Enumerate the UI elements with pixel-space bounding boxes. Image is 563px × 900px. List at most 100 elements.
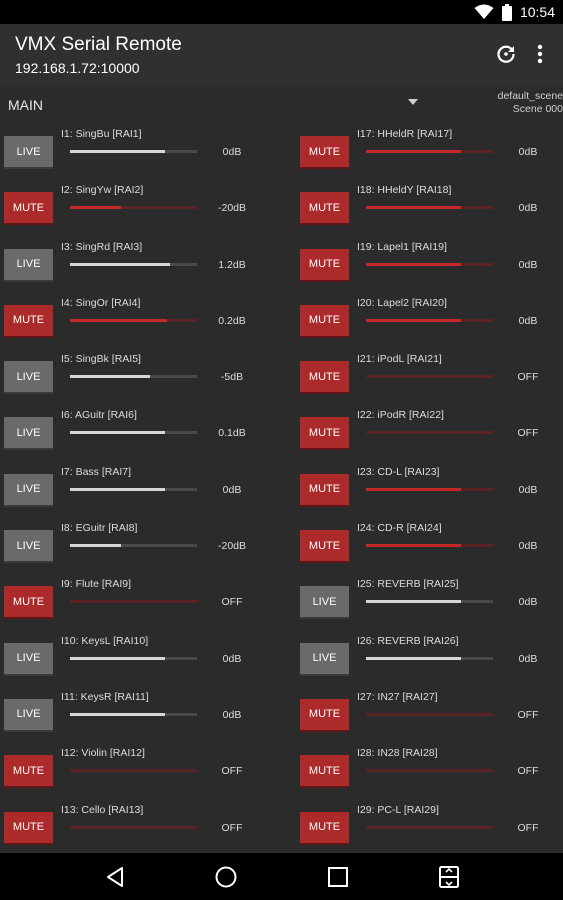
channel-fader[interactable] xyxy=(366,206,493,210)
live-button[interactable]: LIVE xyxy=(300,586,349,620)
level-readout: 0dB xyxy=(518,258,538,271)
level-readout: -20dB xyxy=(217,202,247,215)
channel-label: I25: REVERB [RAI25] xyxy=(357,578,459,591)
level-readout: OFF xyxy=(221,821,243,834)
fader-fill xyxy=(70,544,121,548)
live-button[interactable]: LIVE xyxy=(4,417,53,451)
channel-label: I28: IN28 [RAI28] xyxy=(357,747,438,760)
channel-fader[interactable] xyxy=(70,206,197,210)
channel-fader[interactable] xyxy=(70,150,197,153)
channel-fader[interactable] xyxy=(70,262,197,266)
split-screen-icon[interactable] xyxy=(437,865,461,889)
live-button[interactable]: LIVE xyxy=(300,642,349,676)
channel-fader[interactable] xyxy=(70,375,197,379)
navigation-bar xyxy=(0,853,563,900)
channel-fader[interactable] xyxy=(70,769,197,773)
channel-strip: LIVE I8: EGuitr [RAI8] -20dB xyxy=(0,522,280,578)
channel-label: I4: SingOr [RAI4] xyxy=(61,296,141,309)
channel-fader[interactable] xyxy=(366,318,493,322)
mute-button[interactable]: MUTE xyxy=(4,755,53,789)
channel-fader[interactable] xyxy=(366,769,493,773)
channel-fader[interactable] xyxy=(366,656,493,660)
level-readout: OFF xyxy=(517,821,539,834)
fader-fill xyxy=(366,150,462,153)
fader-fill xyxy=(70,712,166,716)
level-readout: 0dB xyxy=(518,314,538,327)
mix-selector[interactable]: MAIN xyxy=(8,97,43,113)
channel-strip: MUTE I9: Flute [RAI9] OFF xyxy=(0,578,280,634)
mute-button[interactable]: MUTE xyxy=(300,192,349,226)
fader-fill xyxy=(366,206,462,210)
dropdown-arrow-icon[interactable] xyxy=(407,98,419,106)
channel-strip: MUTE I19: Lapel1 [RAI19] 0dB xyxy=(296,241,563,297)
channel-fader[interactable] xyxy=(366,544,493,548)
fader-fill xyxy=(366,487,462,491)
fader-fill xyxy=(70,150,166,153)
channel-fader[interactable] xyxy=(366,712,493,716)
channel-fader[interactable] xyxy=(70,712,197,716)
mute-button[interactable]: MUTE xyxy=(300,473,349,507)
channel-fader[interactable] xyxy=(70,825,197,829)
mute-button[interactable]: MUTE xyxy=(300,361,349,395)
mute-button[interactable]: MUTE xyxy=(300,698,349,732)
more-vert-icon[interactable] xyxy=(532,42,548,66)
mute-button[interactable]: MUTE xyxy=(300,136,349,169)
live-button[interactable]: LIVE xyxy=(4,248,53,282)
live-button[interactable]: LIVE xyxy=(4,136,53,169)
mute-button[interactable]: MUTE xyxy=(4,192,53,226)
recents-icon[interactable] xyxy=(326,865,350,889)
mute-button[interactable]: MUTE xyxy=(4,304,53,338)
level-readout: 0dB xyxy=(222,483,242,496)
channel-fader[interactable] xyxy=(366,431,493,435)
channel-strip: LIVE I10: KeysL [RAI10] 0dB xyxy=(0,635,280,691)
scene-selector[interactable]: default_scene Scene 000 xyxy=(498,90,563,116)
live-button[interactable]: LIVE xyxy=(4,473,53,507)
channel-fader[interactable] xyxy=(366,487,493,491)
wifi-icon xyxy=(474,4,494,19)
channel-label: I11: KeysR [RAI11] xyxy=(61,690,149,703)
app-title: VMX Serial Remote xyxy=(15,34,182,55)
channel-label: I21: iPodL [RAI21] xyxy=(357,353,442,366)
channel-fader[interactable] xyxy=(70,544,197,548)
mute-button[interactable]: MUTE xyxy=(300,417,349,451)
live-button[interactable]: LIVE xyxy=(4,361,53,395)
channel-fader[interactable] xyxy=(366,825,493,829)
refresh-icon[interactable] xyxy=(494,42,518,66)
mute-button[interactable]: MUTE xyxy=(300,304,349,338)
mute-button[interactable]: MUTE xyxy=(300,755,349,789)
level-readout: 0dB xyxy=(518,202,538,215)
channel-strip: LIVE I7: Bass [RAI7] 0dB xyxy=(0,466,280,522)
channel-strip: LIVE I6: AGuitr [RAI6] 0.1dB xyxy=(0,409,280,465)
mute-button[interactable]: MUTE xyxy=(300,811,349,845)
channel-fader[interactable] xyxy=(70,600,197,604)
channel-label: I22: iPodR [RAI22] xyxy=(357,409,444,422)
live-button[interactable]: LIVE xyxy=(4,642,53,676)
mute-button[interactable]: MUTE xyxy=(300,248,349,282)
level-readout: 0dB xyxy=(518,483,538,496)
level-readout: -20dB xyxy=(217,540,247,553)
mute-button[interactable]: MUTE xyxy=(4,586,53,620)
channel-fader[interactable] xyxy=(70,431,197,435)
channel-label: I26: REVERB [RAI26] xyxy=(357,634,459,647)
level-readout: OFF xyxy=(517,371,539,384)
level-readout: 0dB xyxy=(518,596,538,609)
channel-fader[interactable] xyxy=(366,262,493,266)
live-button[interactable]: LIVE xyxy=(4,530,53,564)
channel-fader[interactable] xyxy=(366,375,493,379)
channel-fader[interactable] xyxy=(70,487,197,491)
back-icon[interactable] xyxy=(103,865,127,889)
scene-number: Scene 000 xyxy=(512,103,563,115)
channel-fader[interactable] xyxy=(366,150,493,153)
channel-fader[interactable] xyxy=(70,318,197,322)
mute-button[interactable]: MUTE xyxy=(300,530,349,564)
mute-button[interactable]: MUTE xyxy=(4,811,53,845)
channel-strip: MUTE I21: iPodL [RAI21] OFF xyxy=(296,353,563,409)
home-icon[interactable] xyxy=(214,865,238,889)
level-readout: 0.1dB xyxy=(218,427,246,440)
live-button[interactable]: LIVE xyxy=(4,698,53,732)
channel-label: I24: CD-R [RAI24] xyxy=(357,522,442,535)
channel-fader[interactable] xyxy=(70,656,197,660)
channel-fader[interactable] xyxy=(366,600,493,604)
channel-label: I19: Lapel1 [RAI19] xyxy=(357,240,447,253)
level-readout: OFF xyxy=(221,596,243,609)
